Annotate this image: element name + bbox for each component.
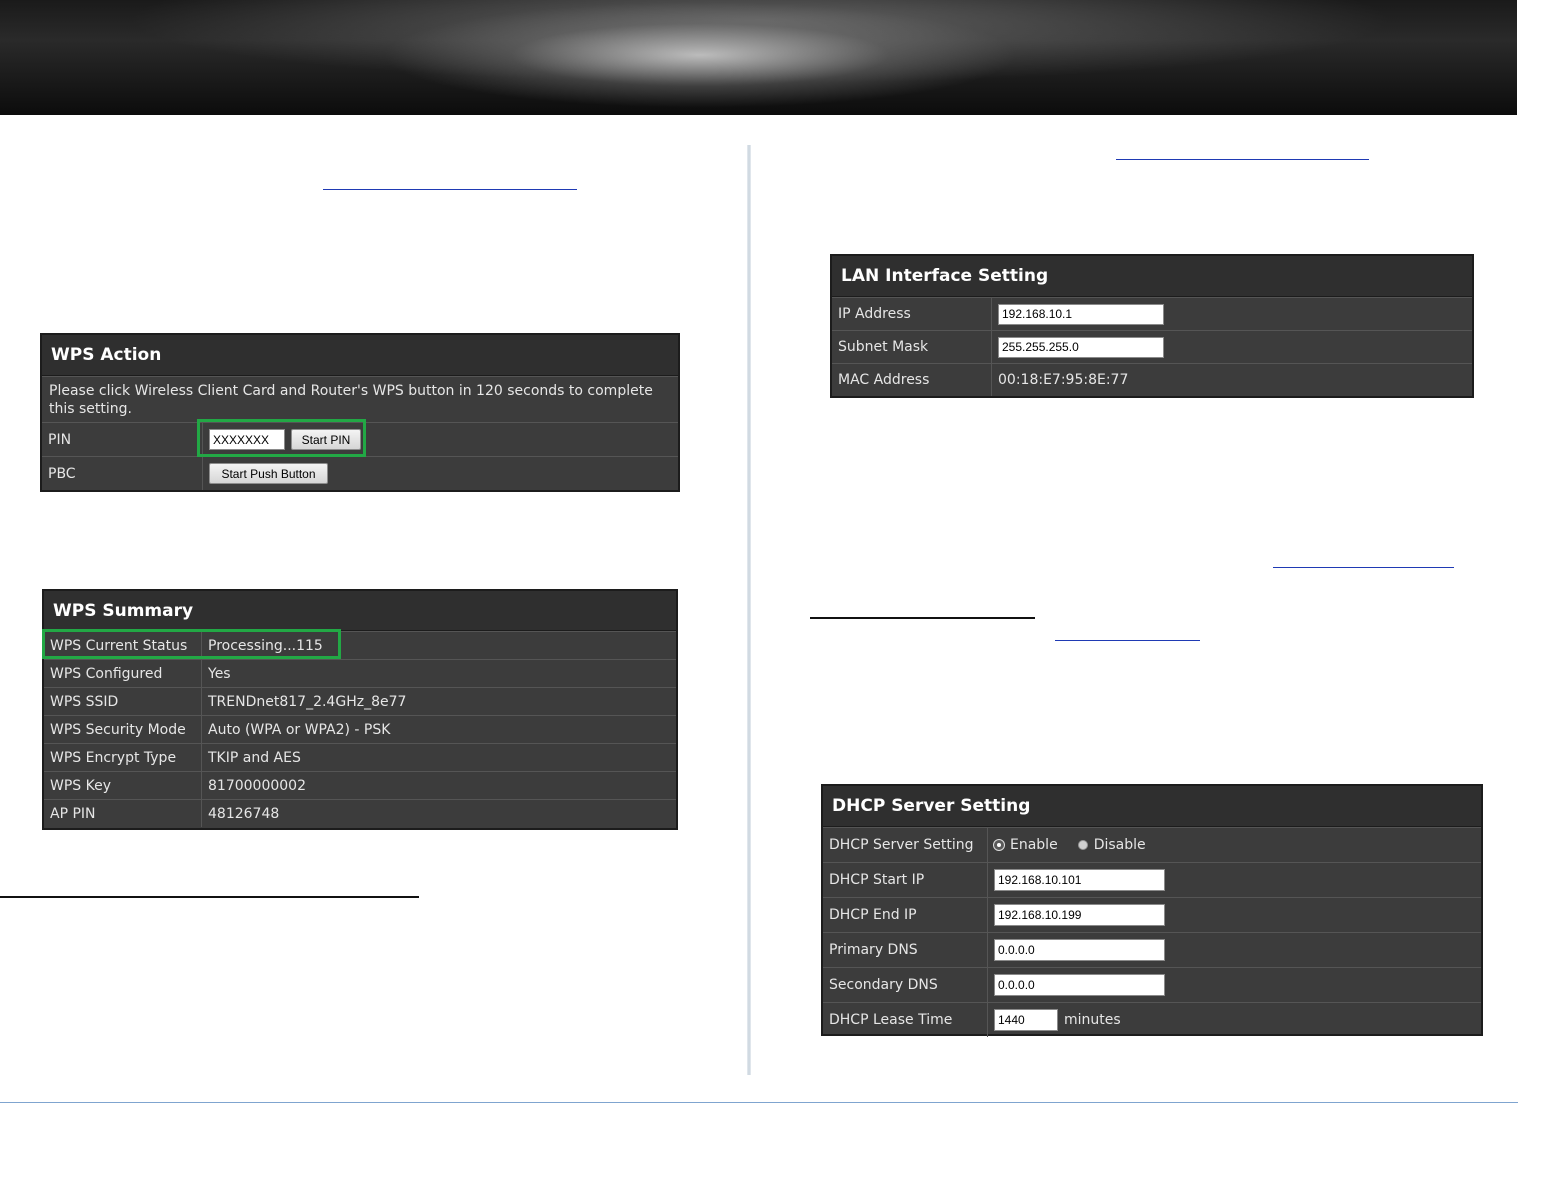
summary-value: 81700000002 (208, 777, 306, 794)
wps-action-message: Please click Wireless Client Card and Ro… (49, 382, 653, 417)
lan-interface-panel: LAN Interface Setting IP Address 192.168… (830, 254, 1474, 398)
dhcp-start-input[interactable]: 192.168.10.101 (994, 869, 1165, 891)
link-underline[interactable] (1055, 640, 1200, 641)
secondary-dns-label: Secondary DNS (823, 968, 988, 1002)
table-row: WPS SSID TRENDnet817_2.4GHz_8e77 (44, 687, 676, 715)
summary-label: WPS Security Mode (44, 716, 202, 743)
dhcp-server-panel: DHCP Server Setting DHCP Server Setting … (821, 784, 1483, 1037)
mac-address-label: MAC Address (832, 364, 992, 396)
summary-value: TRENDnet817_2.4GHz_8e77 (208, 693, 407, 710)
footer-rule (0, 1102, 1518, 1103)
table-row: WPS Encrypt Type TKIP and AES (44, 743, 676, 771)
column-divider (747, 145, 751, 1075)
table-row: WPS Security Mode Auto (WPA or WPA2) - P… (44, 715, 676, 743)
start-push-button[interactable]: Start Push Button (209, 463, 328, 484)
summary-label: WPS Key (44, 772, 202, 799)
wps-summary-panel: WPS Summary WPS Current Status Processin… (42, 589, 678, 830)
pbc-label: PBC (42, 457, 203, 490)
pin-label: PIN (42, 423, 203, 456)
header-banner (0, 0, 1517, 115)
subnet-mask-input[interactable]: 255.255.255.0 (998, 336, 1164, 358)
lease-time-label: DHCP Lease Time (823, 1003, 988, 1037)
wps-summary-title: WPS Summary (44, 591, 676, 631)
enable-label: Enable (1010, 837, 1058, 853)
link-underline[interactable] (323, 189, 577, 190)
dhcp-end-input[interactable]: 192.168.10.199 (994, 904, 1165, 926)
summary-label: AP PIN (44, 800, 202, 827)
dhcp-end-label: DHCP End IP (823, 898, 988, 932)
lease-unit-label: minutes (1064, 1012, 1121, 1028)
summary-label: WPS Configured (44, 660, 202, 687)
summary-value: Auto (WPA or WPA2) - PSK (208, 721, 391, 738)
section-rule (0, 896, 419, 898)
dhcp-server-label: DHCP Server Setting (823, 828, 988, 862)
subnet-mask-label: Subnet Mask (832, 331, 992, 363)
enable-radio[interactable] (994, 840, 1004, 850)
link-underline[interactable] (1273, 567, 1454, 568)
dhcp-server-title: DHCP Server Setting (823, 786, 1481, 827)
wps-action-title: WPS Action (42, 335, 678, 376)
mac-address-value: 00:18:E7:95:8E:77 (998, 372, 1129, 388)
summary-label: WPS Encrypt Type (44, 744, 202, 771)
summary-value: 48126748 (208, 805, 280, 822)
lease-time-input[interactable]: 1440 (994, 1009, 1058, 1031)
table-row: AP PIN 48126748 (44, 799, 676, 827)
summary-value: TKIP and AES (208, 749, 301, 766)
lan-interface-title: LAN Interface Setting (832, 256, 1472, 297)
ip-address-input[interactable]: 192.168.10.1 (998, 303, 1164, 325)
primary-dns-input[interactable]: 0.0.0.0 (994, 939, 1165, 961)
summary-label: WPS SSID (44, 688, 202, 715)
link-underline[interactable] (1116, 159, 1369, 160)
summary-value: Yes (208, 665, 231, 682)
pin-highlight (197, 419, 366, 457)
disable-radio[interactable] (1077, 840, 1088, 850)
wps-action-panel: WPS Action Please click Wireless Client … (40, 333, 680, 492)
status-highlight (42, 629, 341, 659)
ip-address-label: IP Address (832, 298, 992, 330)
section-rule (810, 617, 1035, 619)
table-row: WPS Key 81700000002 (44, 771, 676, 799)
table-row: WPS Configured Yes (44, 659, 676, 687)
dhcp-start-label: DHCP Start IP (823, 863, 988, 897)
disable-label: Disable (1093, 837, 1146, 853)
primary-dns-label: Primary DNS (823, 933, 988, 967)
secondary-dns-input[interactable]: 0.0.0.0 (994, 974, 1165, 996)
